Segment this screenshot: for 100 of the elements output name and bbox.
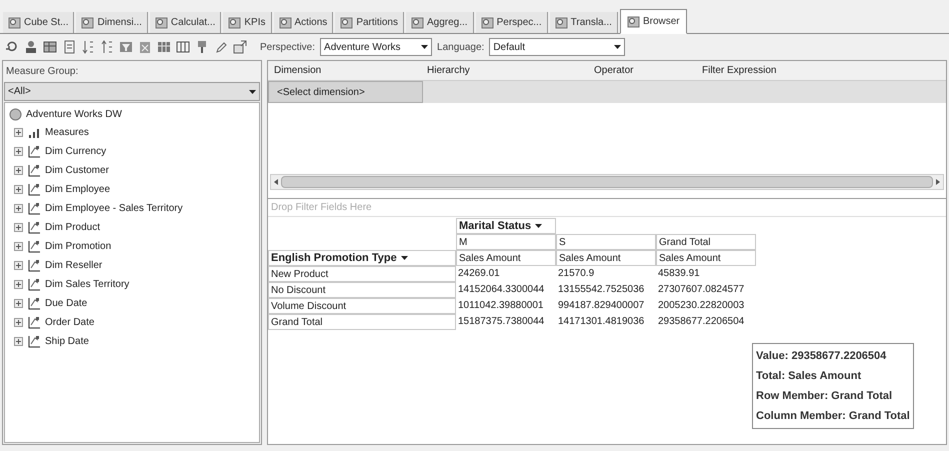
dimension-icon [27,335,41,348]
tree-item[interactable]: Order Date [45,315,94,330]
tree-root[interactable]: Adventure Works DW [26,107,122,122]
tab[interactable]: Partitions [335,12,404,33]
expand-icon[interactable] [14,280,23,289]
horizontal-scrollbar[interactable] [270,174,944,190]
tab[interactable]: Perspec... [476,12,548,33]
tree-item[interactable]: Dim Customer [45,163,109,178]
perspective-dropdown[interactable]: Adventure Works [320,38,432,56]
grid-icon[interactable] [43,40,57,54]
tab-icon [411,16,424,28]
tab-icon [626,16,640,28]
dimension-icon [27,278,41,291]
select-dimension-cell[interactable]: <Select dimension> [268,81,423,103]
dropdown-arrow-icon [400,256,408,260]
expand-icon[interactable] [14,147,23,156]
value-cell-text: 29358677.2206504 [657,315,746,329]
tree-item[interactable]: Dim Product [45,220,100,235]
tab[interactable]: Transla... [550,12,618,33]
tab[interactable]: Aggreg... [406,12,474,33]
expand-icon[interactable] [14,318,23,327]
refresh-icon[interactable] [5,40,19,54]
pencil-icon[interactable] [214,40,228,54]
tree-item[interactable]: Dim Reseller [45,258,102,273]
tree-item[interactable]: Dim Currency [45,144,106,159]
tooltip-line: Column Member: Grand Total [756,409,910,424]
dropdown-arrow-icon [421,45,428,49]
tree-item[interactable]: Dim Sales Territory [45,277,130,292]
sort-descending-icon[interactable] [100,40,114,54]
tab-icon [554,16,568,28]
tooltip-line: Value: 29358677.2206504 [756,349,888,364]
value-cell-text: 2005230.22820003 [657,299,746,313]
tab-icon [8,16,21,28]
dimension-icon [27,164,41,177]
column-header: Hierarchy [426,64,471,78]
tree-item[interactable]: Due Date [45,296,88,311]
expand-icon[interactable] [14,261,23,270]
value-cell-text: 13155542.7525036 [557,283,646,297]
tree-item[interactable]: Measures [45,125,89,140]
column-member-header: S [556,234,656,250]
value-cell-text: 994187.829400007 [557,299,646,313]
measure-header: Sales Amount [556,250,656,266]
table-icon[interactable] [157,40,171,54]
tree-item[interactable]: Dim Employee - Sales Territory [45,201,183,216]
column-header: Operator [593,64,634,78]
row-header: Grand Total [268,314,456,330]
value-cell-text: 27307607.0824577 [657,283,746,297]
value-cell-text: 14171301.4819036 [557,315,646,329]
tab-icon [228,16,242,28]
expand-icon[interactable] [14,337,23,346]
export-icon[interactable] [233,40,247,54]
tab[interactable]: Browser [620,9,687,34]
document-icon[interactable] [62,40,76,54]
tab[interactable]: Dimensi... [76,12,148,33]
expand-icon[interactable] [14,223,23,232]
tab[interactable]: KPIs [223,12,272,33]
measure-group-label: Measure Group: [5,65,80,79]
expand-icon[interactable] [14,204,23,213]
dimension-icon [27,202,41,215]
measure-group-dropdown[interactable]: <All> [4,82,260,101]
columns-icon[interactable] [176,40,190,54]
dimension-icon [27,259,41,272]
tab[interactable]: Actions [274,12,334,33]
dimension-icon [27,221,41,234]
expand-icon[interactable] [14,128,23,137]
dimension-icon [27,240,41,253]
tab[interactable]: Cube St... [3,12,74,33]
tree-item[interactable]: Ship Date [45,334,89,349]
row-field-header[interactable]: English Promotion Type [268,250,456,266]
value-cell-text: 14152064.3300044 [457,283,546,297]
filter-icon[interactable] [119,40,133,54]
bar-chart-icon [27,128,41,138]
tab-icon [340,16,354,28]
tab[interactable]: Calculat... [150,12,222,33]
dimension-icon [27,145,41,158]
dimension-icon [27,297,41,310]
row-header: Volume Discount [268,298,456,314]
column-field-header[interactable]: Marital Status [456,218,556,234]
language-dropdown[interactable]: Default [489,38,626,56]
scroll-left-icon[interactable] [274,179,278,185]
row-header: New Product [268,266,456,282]
row-header: No Discount [268,282,456,298]
tree-item[interactable]: Dim Promotion [45,239,112,254]
tree-item[interactable]: Dim Employee [45,182,110,197]
sort-ascending-icon[interactable] [81,40,95,54]
column-header: Filter Expression [701,64,778,78]
pin-icon[interactable] [195,40,209,54]
tab-icon [278,16,292,28]
scroll-right-icon[interactable] [936,179,940,185]
dimension-icon [27,316,41,329]
dimension-icon [27,183,41,196]
tooltip-line: Total: Sales Amount [756,369,862,384]
person-icon[interactable] [24,40,38,54]
value-cell-text: 1011042.39880001 [457,299,544,313]
tab-icon [154,16,168,28]
expand-icon[interactable] [14,185,23,194]
expand-icon[interactable] [14,299,23,308]
expand-icon[interactable] [14,242,23,251]
expand-icon[interactable] [14,166,23,175]
value-cell-text: 24269.01 [457,267,501,281]
